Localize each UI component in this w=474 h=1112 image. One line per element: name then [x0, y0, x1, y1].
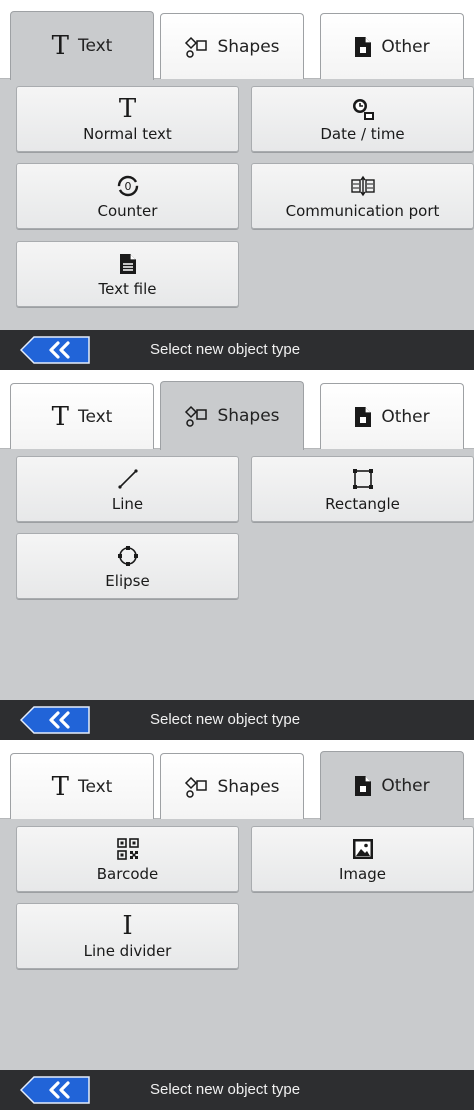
button-label: Line divider: [83, 941, 172, 960]
button-label: Line: [111, 494, 144, 513]
status-bar: Select new object type: [0, 1070, 474, 1110]
back-button[interactable]: [19, 336, 90, 364]
document-icon: [354, 775, 372, 797]
status-message: Select new object type: [150, 711, 301, 728]
tab-other[interactable]: Other: [320, 13, 464, 79]
shapes-icon: [184, 404, 208, 428]
barcode-icon: [116, 836, 139, 862]
communication-port-button[interactable]: Communication port: [251, 163, 474, 229]
button-label: Date / time: [320, 124, 405, 143]
panel-text-objects: T Text Shapes Other T Normal text Date /…: [0, 7, 474, 370]
text-T-icon: T: [51, 31, 69, 61]
shapes-icon: [184, 775, 208, 799]
back-button[interactable]: [19, 1076, 90, 1104]
tab-text[interactable]: T Text: [10, 383, 154, 449]
communication-port-icon: [350, 173, 376, 199]
button-label: Image: [339, 864, 386, 883]
barcode-button[interactable]: Barcode: [16, 826, 239, 892]
tab-label: Text: [77, 776, 113, 797]
tab-label: Other: [381, 406, 430, 427]
document-icon: [354, 406, 372, 428]
counter-button[interactable]: 0 Counter: [16, 163, 239, 229]
ellipse-icon: [116, 543, 140, 569]
panel-shape-objects: T Text Shapes Other Line Rectangle Elips…: [0, 377, 474, 740]
tab-text[interactable]: T Text: [10, 11, 154, 80]
tab-bar: T Text Shapes Other: [0, 7, 474, 80]
tab-bar: T Text Shapes Other: [0, 377, 474, 450]
image-button[interactable]: Image: [251, 826, 474, 892]
tab-label: Text: [77, 36, 113, 56]
tab-other[interactable]: Other: [320, 751, 464, 820]
line-divider-button[interactable]: I Line divider: [16, 903, 239, 969]
tab-label: Shapes: [217, 36, 280, 57]
double-chevron-left-icon: [19, 706, 90, 734]
button-label: Elipse: [105, 571, 150, 590]
ellipse-button[interactable]: Elipse: [16, 533, 239, 599]
button-label: Counter: [97, 201, 158, 220]
button-label: Normal text: [83, 124, 172, 143]
tab-bar: T Text Shapes Other: [0, 747, 474, 820]
document-icon: [354, 36, 372, 58]
status-message: Select new object type: [150, 1081, 301, 1098]
clock-icon: [351, 96, 375, 122]
svg-text:0: 0: [124, 180, 131, 193]
button-label: Rectangle: [325, 494, 400, 513]
status-message: Select new object type: [150, 341, 301, 358]
text-file-button[interactable]: Text file: [16, 241, 239, 307]
tab-shapes[interactable]: Shapes: [160, 753, 304, 819]
panel-other-objects: T Text Shapes Other Barcode Image I Line…: [0, 747, 474, 1110]
tab-shapes[interactable]: Shapes: [160, 13, 304, 79]
line-icon: [116, 466, 140, 492]
text-file-icon: [119, 251, 137, 277]
tab-shapes[interactable]: Shapes: [160, 381, 304, 450]
button-label: Communication port: [285, 201, 440, 220]
tab-text[interactable]: T Text: [10, 753, 154, 819]
tab-label: Other: [381, 36, 430, 57]
back-button[interactable]: [19, 706, 90, 734]
text-T-icon: T: [118, 93, 137, 124]
tab-label: Text: [77, 406, 113, 427]
shapes-icon: [184, 35, 208, 59]
button-label: Text file: [98, 279, 157, 298]
text-T-icon: T: [51, 401, 69, 432]
status-bar: Select new object type: [0, 330, 474, 370]
rectangle-button[interactable]: Rectangle: [251, 456, 474, 522]
text-T-icon: T: [51, 771, 69, 802]
image-icon: [352, 836, 374, 862]
date-time-button[interactable]: Date / time: [251, 86, 474, 152]
button-label: Barcode: [96, 864, 159, 883]
normal-text-button[interactable]: T Normal text: [16, 86, 239, 152]
status-bar: Select new object type: [0, 700, 474, 740]
line-button[interactable]: Line: [16, 456, 239, 522]
tab-label: Shapes: [217, 406, 280, 426]
tab-label: Shapes: [217, 776, 280, 797]
rectangle-icon: [351, 466, 375, 492]
line-divider-icon: I: [122, 910, 133, 941]
tab-other[interactable]: Other: [320, 383, 464, 449]
double-chevron-left-icon: [19, 336, 90, 364]
double-chevron-left-icon: [19, 1076, 90, 1104]
tab-label: Other: [381, 776, 430, 796]
counter-icon: 0: [116, 173, 140, 199]
